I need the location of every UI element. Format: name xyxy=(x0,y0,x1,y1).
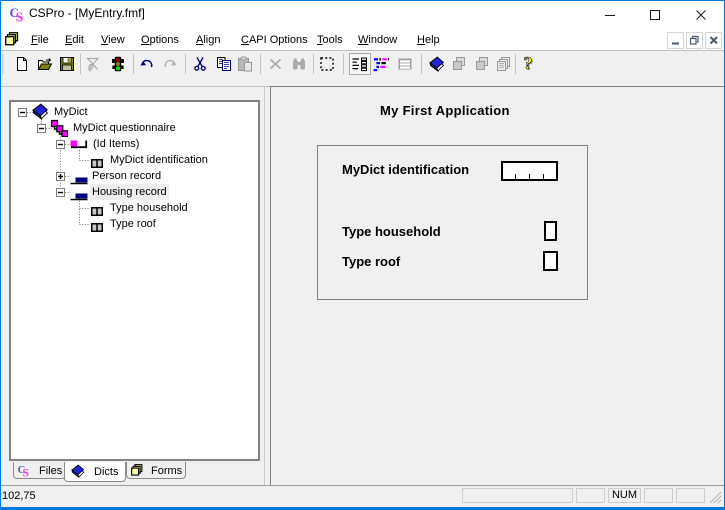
svg-text:S: S xyxy=(22,468,28,477)
svg-text:?: ? xyxy=(524,56,533,72)
